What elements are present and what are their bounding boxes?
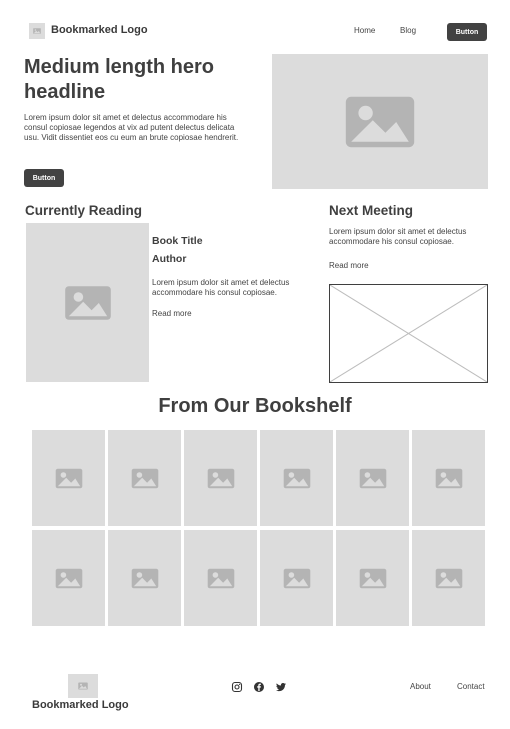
image-placeholder-icon [359, 568, 386, 588]
bookshelf-item[interactable] [108, 430, 181, 526]
bookshelf-item[interactable] [412, 430, 485, 526]
image-placeholder-icon [435, 568, 462, 588]
logo-placeholder-icon[interactable] [29, 23, 45, 39]
bookshelf-grid [32, 430, 487, 626]
hero-body-text: Lorem ipsum dolor sit amet et delectus a… [24, 113, 239, 142]
footer-logo-placeholder-icon[interactable] [68, 674, 98, 698]
bookshelf-item[interactable] [260, 430, 333, 526]
nav-link-home[interactable]: Home [354, 26, 375, 35]
bookshelf-item[interactable] [336, 430, 409, 526]
twitter-icon[interactable] [275, 681, 287, 693]
hero-image [272, 54, 488, 189]
nav-link-blog[interactable]: Blog [400, 26, 416, 35]
footer-link-about[interactable]: About [410, 682, 431, 691]
image-placeholder-icon [345, 96, 415, 147]
facebook-icon[interactable] [253, 681, 265, 693]
bookshelf-item[interactable] [108, 530, 181, 626]
image-placeholder-icon [131, 468, 158, 488]
book-description: Lorem ipsum dolor sit amet et delectus a… [152, 278, 290, 297]
header-button[interactable]: Button [447, 23, 487, 41]
image-placeholder-icon [55, 468, 82, 488]
next-meeting-description: Lorem ipsum dolor sit amet et delectus a… [329, 227, 467, 246]
image-placeholder-icon [207, 568, 234, 588]
bookshelf-item[interactable] [184, 430, 257, 526]
hero-button[interactable]: Button [24, 169, 64, 187]
image-placeholder-icon [435, 468, 462, 488]
image-placeholder-icon [55, 568, 82, 588]
bookshelf-heading: From Our Bookshelf [158, 395, 352, 417]
bookshelf-item[interactable] [32, 430, 105, 526]
next-meeting-read-more-link[interactable]: Read more [329, 261, 369, 270]
book-cover-image [26, 223, 149, 382]
hero-headline: Medium length hero headline [24, 56, 214, 103]
footer-logo-text[interactable]: Bookmarked Logo [32, 699, 129, 711]
image-placeholder-icon [64, 285, 111, 320]
bookshelf-item[interactable] [32, 530, 105, 626]
bookshelf-item[interactable] [260, 530, 333, 626]
image-placeholder-icon [283, 468, 310, 488]
image-placeholder-icon [131, 568, 158, 588]
bookshelf-item[interactable] [412, 530, 485, 626]
next-meeting-heading: Next Meeting [329, 203, 414, 218]
book-title: Book Title [152, 235, 203, 247]
image-placeholder-icon [359, 468, 386, 488]
map-placeholder [329, 284, 488, 383]
footer-link-contact[interactable]: Contact [457, 682, 485, 691]
book-author: Author [152, 253, 187, 265]
header-logo-text[interactable]: Bookmarked Logo [51, 24, 148, 36]
currently-reading-read-more-link[interactable]: Read more [152, 309, 192, 318]
currently-reading-heading: Currently Reading [25, 203, 143, 218]
image-placeholder-icon [283, 568, 310, 588]
bookshelf-item[interactable] [336, 530, 409, 626]
instagram-icon[interactable] [231, 681, 243, 693]
bookshelf-item[interactable] [184, 530, 257, 626]
image-placeholder-icon [207, 468, 234, 488]
